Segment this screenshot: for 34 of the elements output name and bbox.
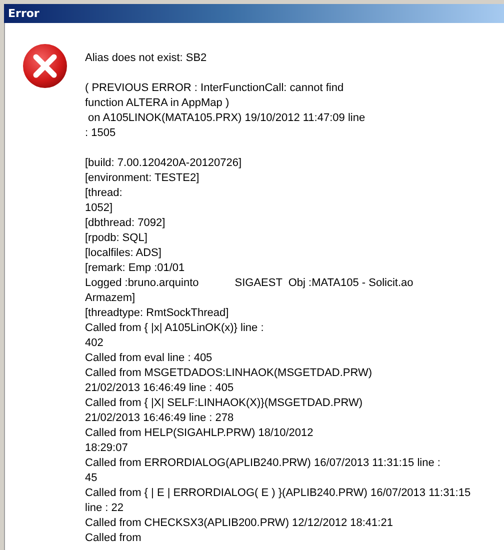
error-icon bbox=[22, 43, 68, 89]
message-text: Called from { |X| SELF:LINHAOK(X)}(MSGETDAD.PRW) bbox=[85, 396, 363, 411]
message-text: SIGAEST Obj :MATA105 - Solicit.ao bbox=[234, 276, 414, 291]
message-text: : 1505 bbox=[85, 126, 116, 141]
message-text: Armazem] bbox=[85, 291, 136, 306]
message-text: 402 bbox=[85, 336, 104, 351]
message-text: [threadtype: RmtSockThread] bbox=[85, 306, 229, 321]
message-text: 1052] bbox=[85, 201, 113, 216]
message-text: 21/02/2013 16:46:49 line : 405 bbox=[85, 381, 234, 396]
message-text: [rpodb: SQL] bbox=[85, 231, 148, 246]
message-text: [environment: TESTE2] bbox=[85, 171, 200, 186]
message-text: line : 22 bbox=[85, 501, 124, 516]
message-text: Logged :bruno.arquinto bbox=[85, 276, 199, 291]
message-text: ( PREVIOUS ERROR : InterFunctionCall: cannot find bbox=[85, 81, 344, 96]
message-text: Called from ERRORDIALOG(APLIB240.PRW) 16/07/2013 11:31:15 line : bbox=[85, 456, 440, 471]
message-text: on A105LINOK(MATA105.PRX) 19/10/2012 11:47:09 line bbox=[87, 111, 366, 126]
message-text: Called from eval line : 405 bbox=[85, 351, 212, 366]
message-text: Alias does not exist: SB2 bbox=[85, 51, 207, 66]
message-text: Called from { |x| A105LinOK(x)} line : bbox=[85, 321, 264, 336]
message-text: [localfiles: ADS] bbox=[85, 246, 162, 261]
message-text: Called from CHECKSX3(APLIB200.PRW) 12/12/2012 18:41:21 bbox=[85, 516, 393, 531]
message-text: 21/02/2013 16:46:49 line : 278 bbox=[85, 411, 234, 426]
message-text: Called from bbox=[85, 531, 142, 546]
message-text: 45 bbox=[85, 471, 98, 486]
message-text: 18:29:07 bbox=[85, 441, 128, 456]
message-text: [dbthread: 7092] bbox=[85, 216, 166, 231]
message-text: function ALTERA in AppMap ) bbox=[85, 96, 230, 111]
message-text: [thread: bbox=[85, 186, 122, 201]
message-text: Called from { | E | ERRORDIALOG( E ) }(APLIB240.PRW) 16/07/2013 11:31:15 bbox=[85, 486, 471, 501]
message-text: [build: 7.00.120420A-20120726] bbox=[85, 156, 242, 171]
message-text: Called from MSGETDADOS:LINHAOK(MSGETDAD.PRW) bbox=[85, 366, 372, 381]
window-title: Error bbox=[8, 7, 40, 20]
message-text: [remark: Emp :01/01 bbox=[85, 261, 185, 276]
message-text: Called from HELP(SIGAHLP.PRW) 18/10/2012 bbox=[85, 426, 314, 441]
